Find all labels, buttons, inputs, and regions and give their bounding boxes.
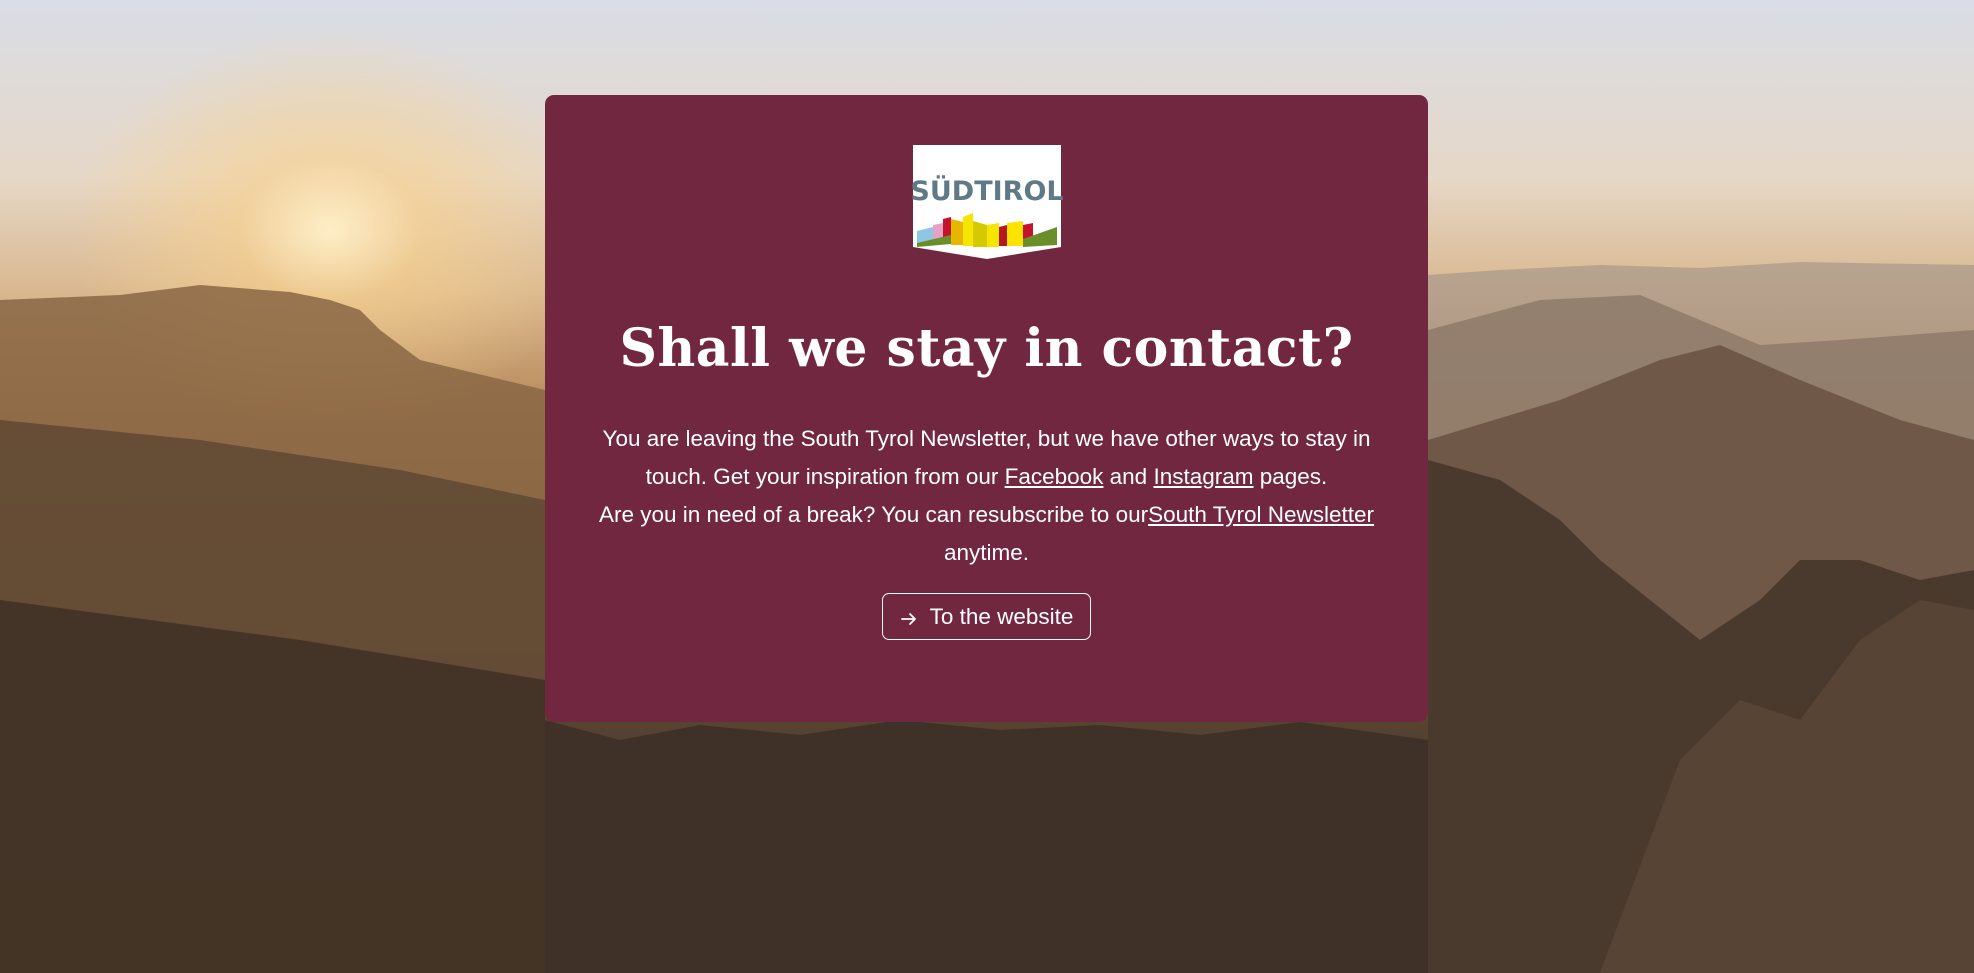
message-text: anytime. <box>943 540 1030 565</box>
logo-wordmark: SÜDTIROL <box>911 174 1063 207</box>
facebook-link[interactable]: Facebook <box>1005 464 1104 489</box>
to-website-button[interactable]: To the website <box>882 593 1091 640</box>
dialog-heading: Shall we stay in contact? <box>619 318 1354 379</box>
dialog-message: You are leaving the South Tyrol Newslett… <box>595 420 1378 572</box>
to-website-label: To the website <box>929 603 1074 629</box>
leave-newsletter-dialog: SÜDTIROL Shall we stay in contact? You a… <box>545 95 1428 722</box>
instagram-link[interactable]: Instagram <box>1153 464 1253 489</box>
message-text: and <box>1103 464 1154 489</box>
suedtirol-logo[interactable]: SÜDTIROL <box>910 143 1064 261</box>
message-text: Are you in need of a break? You can resu… <box>598 502 1149 527</box>
arrow-right-icon <box>900 608 918 626</box>
message-text: pages. <box>1253 464 1328 489</box>
newsletter-link[interactable]: South Tyrol Newsletter <box>1148 502 1374 527</box>
